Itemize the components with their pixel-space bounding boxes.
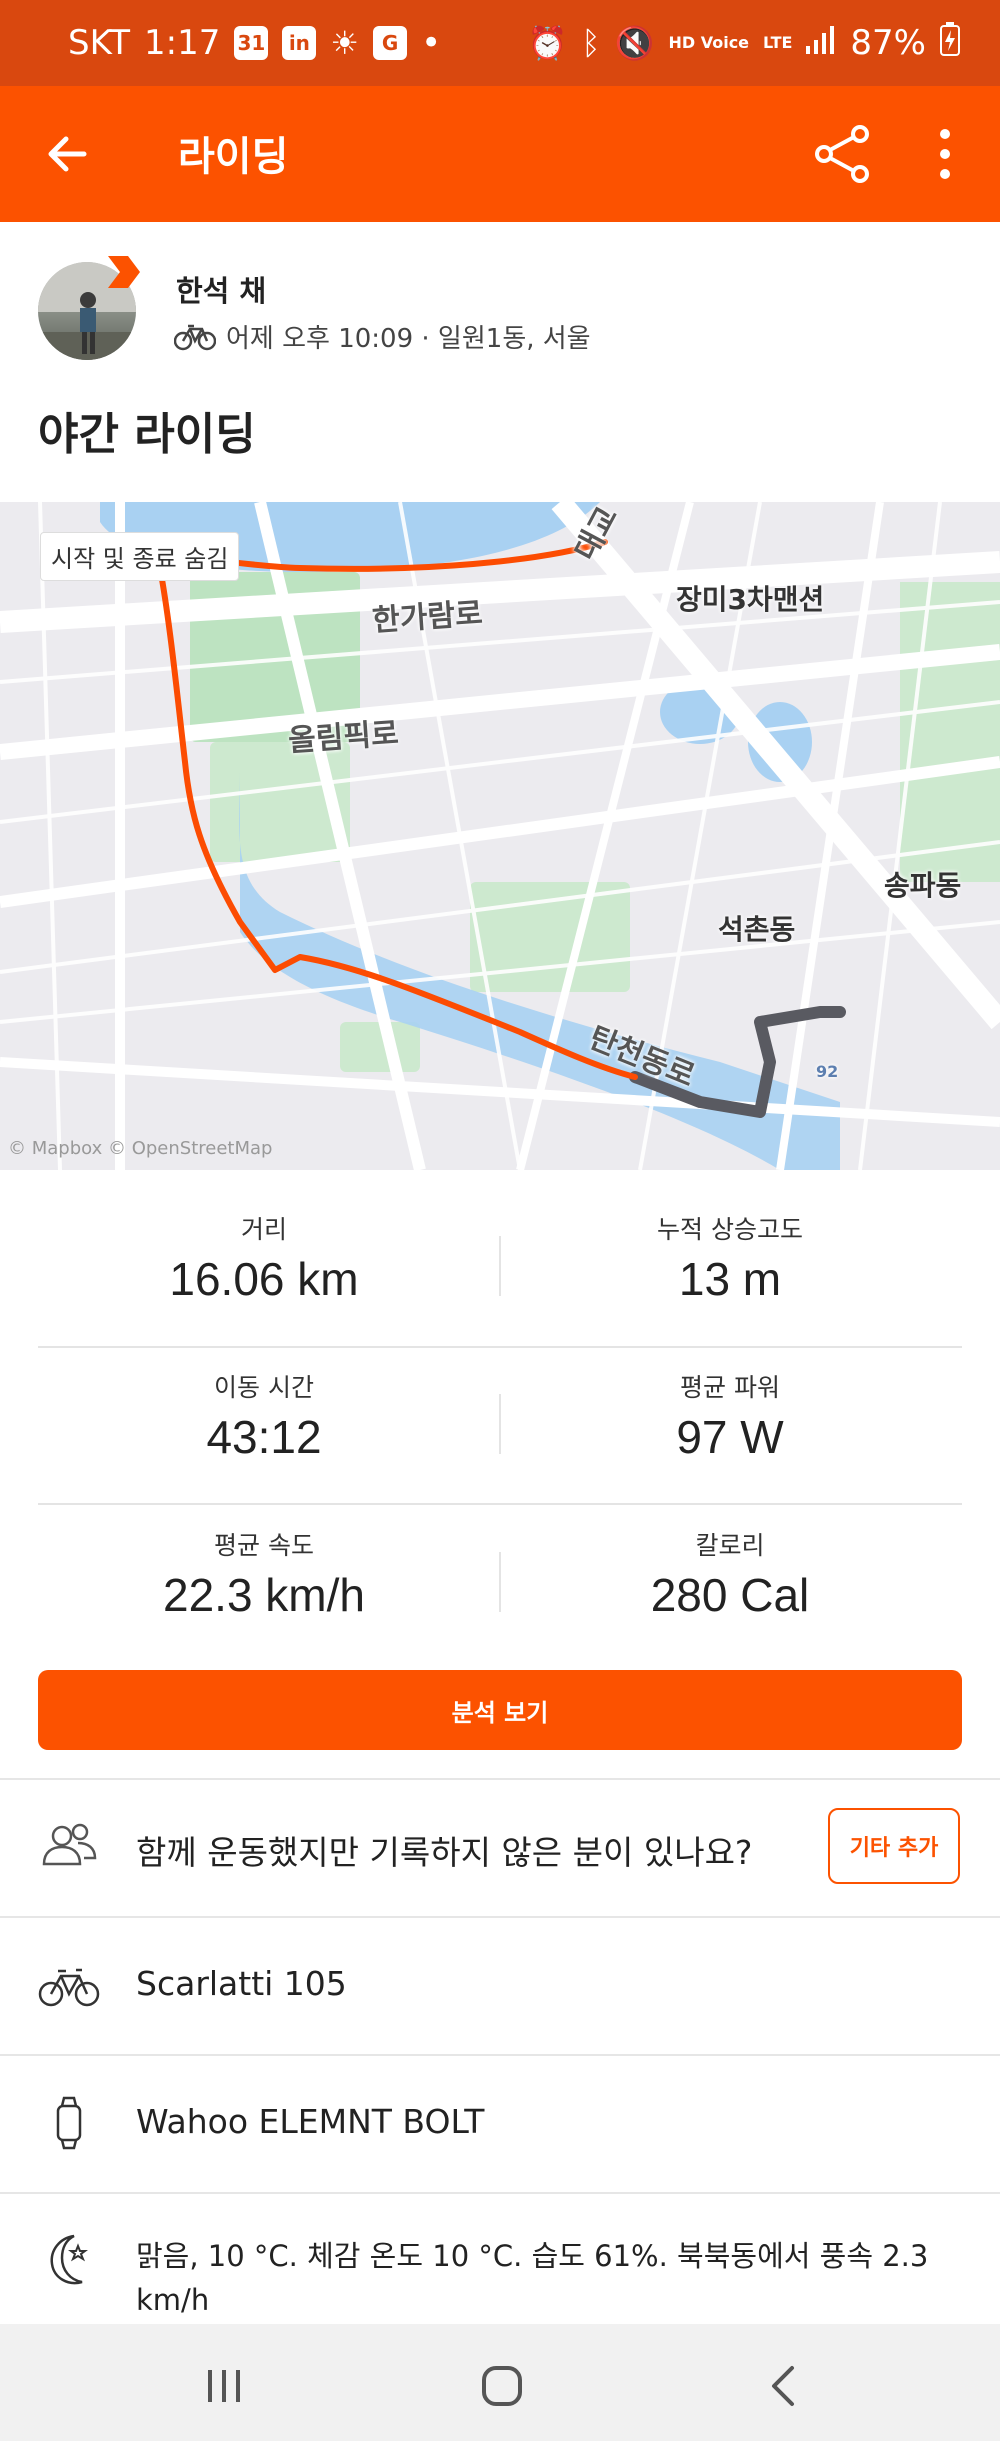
clock: 1:17 [144, 23, 221, 63]
view-analysis-button[interactable]: 분석 보기 [38, 1670, 962, 1750]
stat-moving-time: 이동 시간 43:12 [34, 1368, 494, 1464]
bike-icon [38, 1968, 100, 2007]
back-arrow-icon[interactable] [40, 126, 96, 182]
watch-icon [56, 2096, 82, 2150]
bike-icon [174, 324, 216, 350]
moon-icon [50, 2234, 88, 2285]
calendar-icon: 31 [234, 26, 269, 60]
status-bar: SKT 1:17 31 in ☀ G • ⏰ ᛒ 🔇 HD Voice LTE … [0, 0, 1000, 86]
stat-label: 평균 파워 [680, 1373, 780, 1402]
stat-value: 13 m [678, 1253, 782, 1305]
stat-value: 280 Cal [650, 1569, 810, 1621]
stat-calories: 칼로리 280 Cal [500, 1526, 960, 1622]
google-icon: G [373, 26, 408, 60]
weather-summary: 맑음, 10 °C. 체감 온도 10 °C. 습도 61%. 북북동에서 풍속… [136, 2239, 929, 2317]
system-nav-bar [0, 2324, 1000, 2441]
stat-label: 누적 상승고도 [657, 1215, 803, 1244]
notification-dot-icon: • [421, 23, 442, 63]
subscriber-badge-icon [108, 256, 140, 288]
stat-row-divider [38, 1346, 962, 1348]
lte-icon: LTE [763, 33, 793, 52]
weather-icon: ☀ [330, 24, 360, 62]
map-label-seokchon: 석촌동 [718, 913, 796, 946]
map-label-jangmi: 장미3차맨션 [676, 583, 825, 616]
park-area [340, 1022, 420, 1072]
home-icon[interactable] [480, 2364, 524, 2408]
status-right: ⏰ ᛒ 🔇 HD Voice LTE 87% [527, 21, 960, 65]
stat-label: 거리 [240, 1215, 287, 1244]
app-bar: 라이딩 [0, 86, 1000, 222]
people-icon [42, 1823, 97, 1866]
device-name: Wahoo ELEMNT BOLT [136, 2102, 485, 2141]
activity-title: 야간 라이딩 [38, 409, 256, 460]
stat-average-power: 평균 파워 97 W [500, 1368, 960, 1464]
park-area [900, 582, 1000, 882]
stat-value: 43:12 [206, 1411, 322, 1463]
gear-device-row[interactable]: Wahoo ELEMNT BOLT [0, 2056, 1000, 2192]
carrier: SKT [68, 23, 131, 63]
section-divider [0, 2192, 1000, 2194]
status-left: SKT 1:17 31 in ☀ G • [68, 23, 441, 63]
battery-charging-icon [940, 21, 960, 65]
news-app-icon: in [282, 26, 317, 60]
stat-value: 16.06 km [169, 1253, 359, 1305]
activity-meta-text: 어제 오후 10:09 · 일원1동, 서울 [226, 324, 591, 354]
stat-value: 22.3 km/h [163, 1569, 365, 1621]
page-title: 라이딩 [178, 134, 289, 180]
bluetooth-icon: ᛒ [581, 24, 601, 62]
stat-value: 97 W [676, 1411, 784, 1463]
bike-name: Scarlatti 105 [136, 1964, 347, 2003]
add-other-athlete-button[interactable]: 기타 추가 [828, 1808, 960, 1884]
activity-meta: 어제 오후 10:09 · 일원1동, 서울 [174, 318, 591, 355]
map-attribution[interactable]: © Mapbox © OpenStreetMap [8, 1138, 272, 1159]
mute-icon: 🔇 [614, 24, 655, 62]
battery-level: 87% [850, 23, 926, 63]
alarm-icon: ⏰ [527, 24, 568, 62]
stat-label: 칼로리 [695, 1531, 765, 1560]
stat-average-speed: 평균 속도 22.3 km/h [34, 1526, 494, 1622]
gear-bike-row[interactable]: Scarlatti 105 [0, 1918, 1000, 2054]
athlete-name[interactable]: 한석 채 [176, 268, 266, 310]
route-map[interactable]: 시작 및 종료 숨김 한가람로 올림픽로 장미3차맨션 송파동 석촌동 탄천동로… [0, 502, 1000, 1170]
hide-start-end-toggle[interactable]: 시작 및 종료 숨김 [40, 532, 240, 581]
map-label-road92: 92 [816, 1062, 839, 1081]
hd-voice-icon: HD Voice [668, 33, 750, 52]
map-label-songpa: 송파동 [884, 869, 962, 902]
stat-label: 평균 속도 [214, 1531, 314, 1560]
stat-distance: 거리 16.06 km [34, 1210, 494, 1306]
share-icon[interactable] [812, 124, 872, 184]
signal-icon [806, 23, 836, 63]
map-label-olympic: 올림픽로 [287, 716, 400, 759]
map-label-hangaram: 한가람로 [371, 596, 484, 639]
stat-label: 이동 시간 [214, 1373, 314, 1402]
stat-elevation-gain: 누적 상승고도 13 m [500, 1210, 960, 1306]
group-activity-prompt: 함께 운동했지만 기록하지 않은 분이 있나요? [136, 1833, 753, 1872]
more-options-icon[interactable] [930, 124, 960, 184]
map-canvas [0, 502, 1000, 1170]
recent-apps-icon[interactable] [204, 2368, 244, 2404]
back-nav-icon[interactable] [768, 2364, 798, 2408]
stat-row-divider [38, 1503, 962, 1505]
